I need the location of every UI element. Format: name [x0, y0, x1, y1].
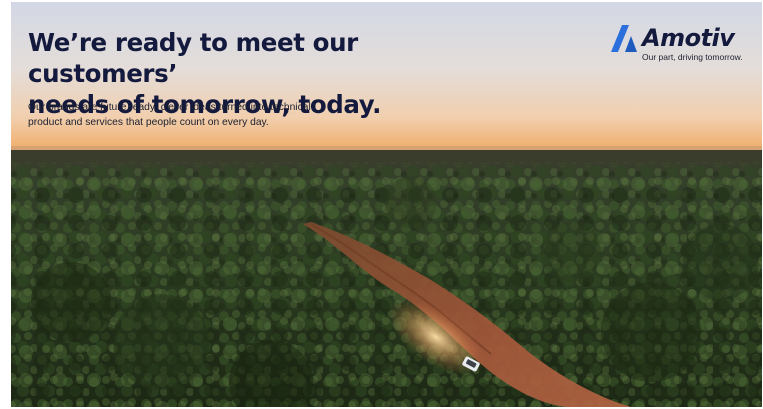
amotiv-logo-mark-icon — [611, 25, 637, 52]
subtext-line-2: product and services that people count o… — [28, 117, 269, 128]
headline-line-1: We’re ready to meet our customers’ — [28, 28, 358, 88]
brand-name: Amotiv — [642, 24, 735, 52]
subtext-line-1: Our brands are future ready; clever idea… — [28, 102, 311, 113]
brand-tagline: Our part, driving tomorrow. — [642, 52, 743, 62]
page-canvas: We’re ready to meet our customers’ needs… — [0, 0, 763, 409]
hero-subtext: Our brands are future ready; clever idea… — [28, 100, 348, 130]
brand-logo: Amotiv Our part, driving tomorrow. — [609, 22, 749, 66]
hero-banner: We’re ready to meet our customers’ needs… — [11, 2, 762, 407]
